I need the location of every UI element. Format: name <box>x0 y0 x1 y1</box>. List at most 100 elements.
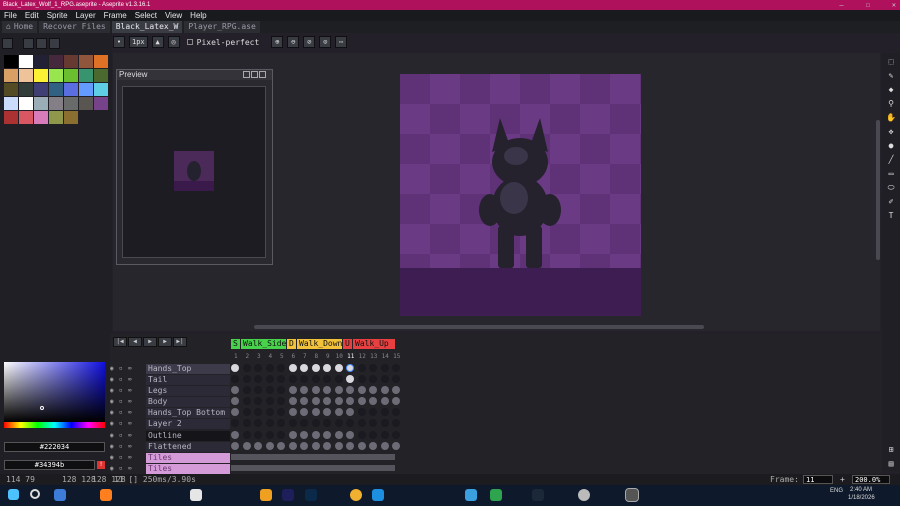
tag-s[interactable]: S <box>231 339 240 349</box>
zoom-fit-icon[interactable]: ⊙ <box>319 36 332 48</box>
after-effects-icon[interactable] <box>282 489 294 501</box>
palette-swatch[interactable] <box>64 83 78 96</box>
visibility-icon[interactable]: ◉ <box>110 420 119 427</box>
cel[interactable] <box>323 419 331 427</box>
layer-name[interactable]: Layer 2 <box>146 418 230 429</box>
frame-number[interactable]: 9 <box>322 353 334 360</box>
cel[interactable] <box>265 375 274 383</box>
vertical-scrollbar[interactable] <box>876 120 880 260</box>
aseprite-taskbar-icon[interactable] <box>625 488 639 502</box>
palette-swatch[interactable] <box>34 69 48 82</box>
link-icon[interactable]: ∞ <box>128 420 137 427</box>
text-tool-icon[interactable]: T <box>885 210 897 222</box>
minimize-button[interactable]: – <box>839 0 843 10</box>
save-palette-icon[interactable] <box>36 38 47 49</box>
cel[interactable] <box>380 431 389 439</box>
lock-icon[interactable]: ▫ <box>119 420 128 427</box>
palette-swatch[interactable] <box>94 55 108 68</box>
rectangle-tool-icon[interactable]: ▭ <box>885 168 897 180</box>
lock-icon[interactable]: ▫ <box>119 443 128 450</box>
cel[interactable] <box>242 408 251 416</box>
cel[interactable] <box>346 431 354 439</box>
palette-swatch[interactable] <box>49 55 63 68</box>
layer-row[interactable]: ◉ ▫ ∞ Layer 2 <box>110 418 230 429</box>
brush-size-field[interactable]: 1px <box>129 36 148 48</box>
chrome-icon[interactable] <box>350 489 362 501</box>
symmetry-v-icon[interactable]: ⊘ <box>303 36 316 48</box>
menu-select[interactable]: Select <box>135 10 157 21</box>
cel[interactable] <box>288 375 297 383</box>
menu-view[interactable]: View <box>165 10 182 21</box>
ink-icon[interactable]: ◎ <box>167 36 180 48</box>
menu-edit[interactable]: Edit <box>25 10 39 21</box>
palette-swatch[interactable] <box>19 83 33 96</box>
cel[interactable] <box>369 408 377 416</box>
cel[interactable] <box>265 431 274 439</box>
palette-swatch[interactable] <box>4 97 18 110</box>
cel[interactable] <box>254 397 262 405</box>
visibility-icon[interactable]: ◉ <box>110 365 119 372</box>
palette-swatch[interactable] <box>34 55 48 68</box>
lock-icon[interactable]: ▫ <box>119 465 128 472</box>
cel[interactable] <box>265 408 274 416</box>
cel[interactable] <box>288 419 297 427</box>
start-icon[interactable] <box>8 489 19 500</box>
cel[interactable] <box>277 419 285 427</box>
cel[interactable] <box>323 386 331 394</box>
cel[interactable] <box>288 364 297 372</box>
cel[interactable] <box>311 397 320 405</box>
visibility-icon[interactable]: ◉ <box>110 465 119 472</box>
cel[interactable] <box>357 375 366 383</box>
frame-input[interactable]: 11 <box>803 475 833 484</box>
cel[interactable] <box>254 386 262 394</box>
cel[interactable] <box>323 375 331 383</box>
cel[interactable] <box>254 364 262 372</box>
play-icon[interactable]: ▶ <box>143 337 157 347</box>
preview-play-icon[interactable] <box>251 71 258 78</box>
frame-number[interactable]: 12 <box>357 353 369 360</box>
layer-name[interactable]: Legs <box>146 385 230 396</box>
palette-swatch[interactable] <box>64 55 78 68</box>
maximize-button[interactable]: ☐ <box>866 0 870 10</box>
cel[interactable] <box>300 419 308 427</box>
xbox-icon[interactable] <box>490 489 502 501</box>
cel[interactable] <box>380 442 389 450</box>
frame-number[interactable]: 7 <box>299 353 311 360</box>
layer-name[interactable]: Tail <box>146 374 230 385</box>
tag-walk-up[interactable]: Walk_Up <box>353 339 395 349</box>
palette-swatch[interactable] <box>4 111 18 124</box>
frame-number[interactable]: 8 <box>311 353 323 360</box>
cel[interactable] <box>380 386 389 394</box>
frame-number[interactable]: 5 <box>276 353 288 360</box>
cel[interactable] <box>369 397 377 405</box>
settings-icon[interactable] <box>578 489 590 501</box>
cel[interactable] <box>231 397 239 405</box>
cel[interactable] <box>369 431 377 439</box>
picker-handle[interactable] <box>40 406 44 410</box>
frame-number[interactable]: 13 <box>368 353 380 360</box>
cel[interactable] <box>300 375 308 383</box>
vlc-icon[interactable] <box>100 489 112 501</box>
palette-swatch[interactable] <box>34 111 48 124</box>
palette-swatch[interactable] <box>64 97 78 110</box>
menu-file[interactable]: File <box>4 10 17 21</box>
layer-row[interactable]: ◉ ▫ ∞ Tiles <box>110 452 230 463</box>
tiles-mode-icon[interactable]: ⊞ <box>885 444 897 456</box>
palette-swatch[interactable] <box>64 111 78 124</box>
cel[interactable] <box>323 364 331 372</box>
palette-swatch[interactable] <box>49 69 63 82</box>
tag-u[interactable]: U <box>343 339 352 349</box>
background-color-field[interactable]: #34394b <box>4 460 95 470</box>
line-tool-icon[interactable]: ╱ <box>885 154 897 166</box>
cel[interactable] <box>288 386 297 394</box>
tab-home[interactable]: ⌂ Home <box>2 21 38 33</box>
cel[interactable] <box>242 364 251 372</box>
add-frame-icon[interactable]: + <box>840 475 845 484</box>
cel[interactable] <box>231 408 239 416</box>
tab-black-latex[interactable]: Black_Latex_W <box>111 21 183 33</box>
prev-frame-icon[interactable]: ◀ <box>128 337 142 347</box>
cel[interactable] <box>346 419 354 427</box>
layer-name[interactable]: Hands_Top Bottom <box>146 407 230 418</box>
ellipse-tool-icon[interactable]: ⬭ <box>885 182 897 194</box>
lock-icon[interactable]: ▫ <box>119 387 128 394</box>
